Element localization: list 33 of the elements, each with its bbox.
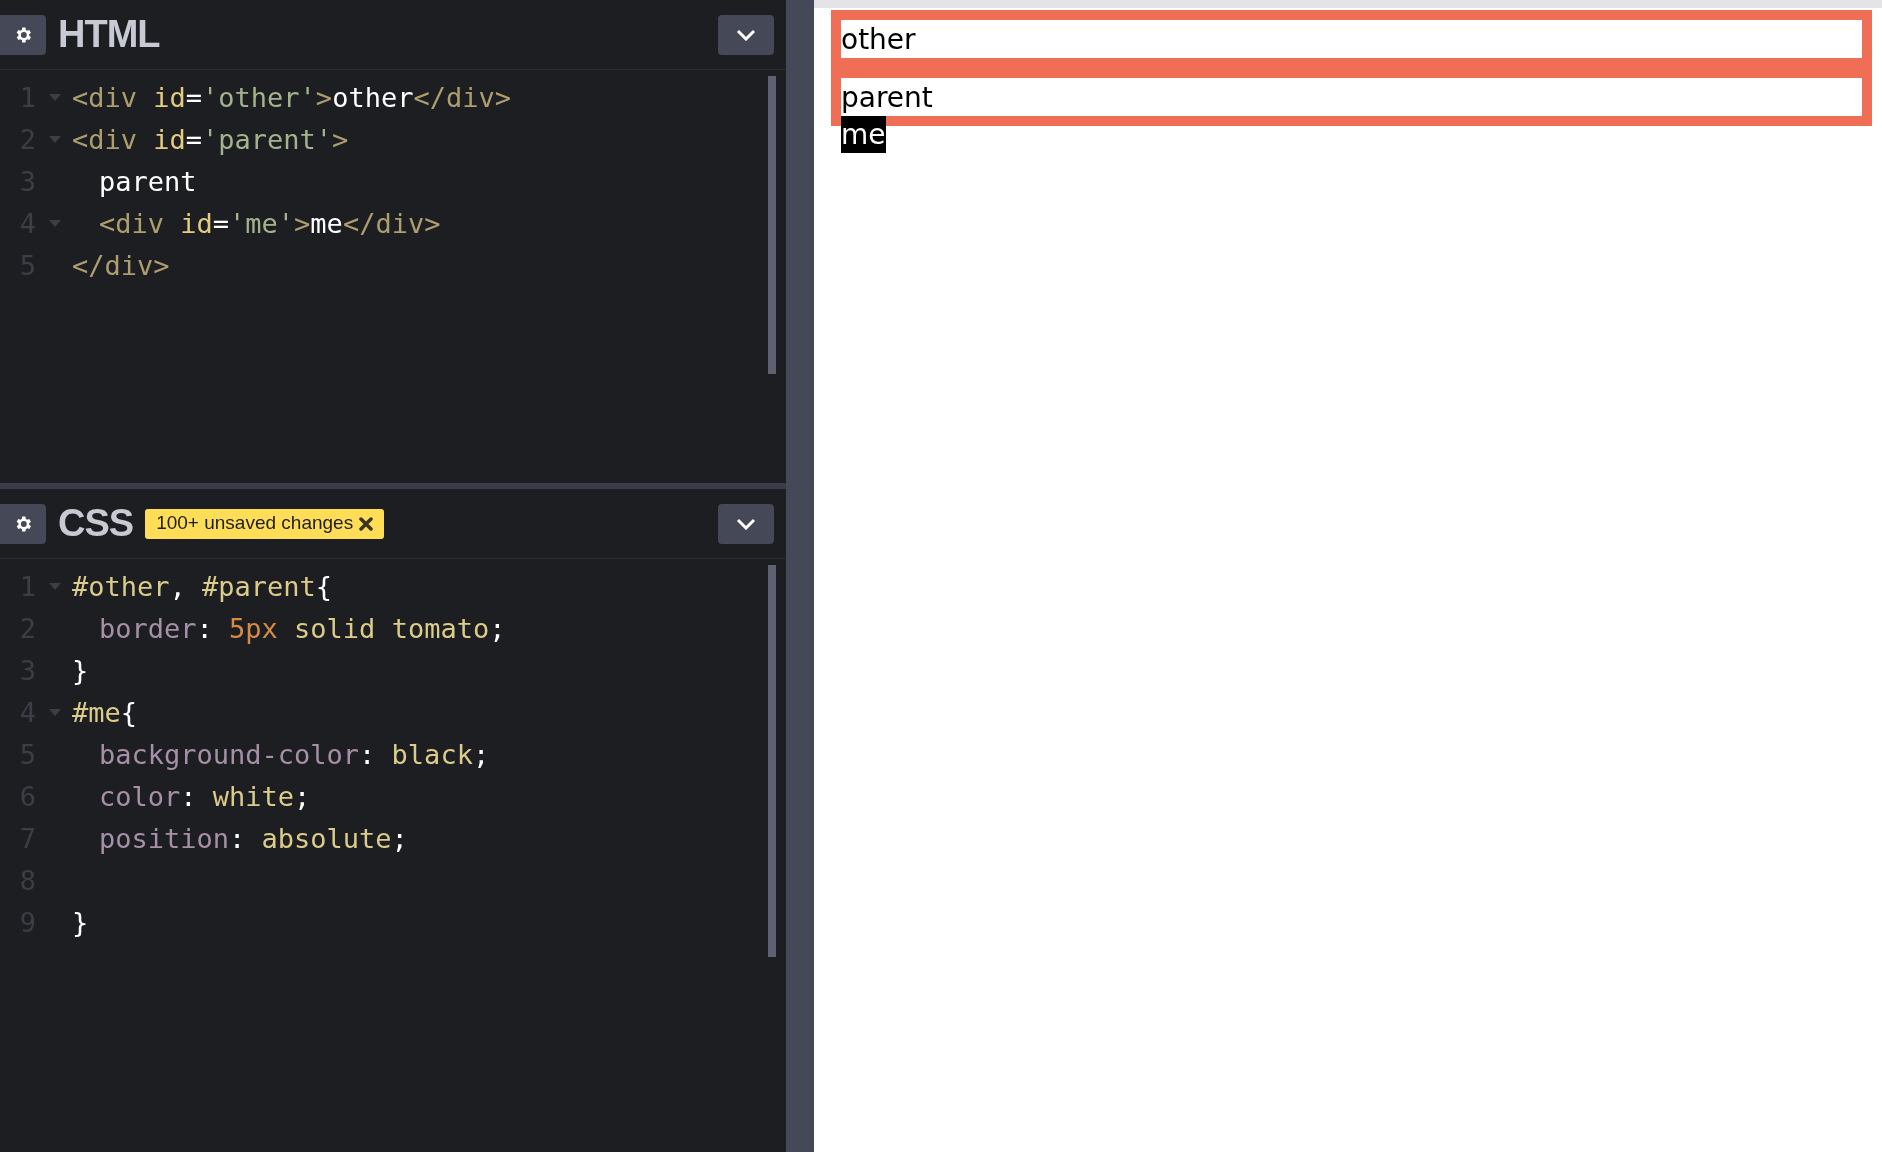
code-line: background-color: black;: [99, 737, 490, 772]
code-line: <div id='me'>me</div>: [99, 206, 441, 241]
settings-button[interactable]: [0, 14, 46, 55]
fold-caret-icon[interactable]: [49, 135, 61, 143]
collapse-button[interactable]: [718, 14, 774, 55]
editor-title: CSS: [58, 501, 134, 546]
scrollbar[interactable]: [768, 565, 776, 957]
code-line: <div id='parent'>: [72, 122, 349, 157]
code-line: #other, #parent{: [72, 569, 333, 604]
code-line: #me{: [72, 695, 138, 730]
code-line: parent: [99, 164, 197, 199]
fold-caret-icon[interactable]: [49, 93, 61, 101]
code-line: }: [72, 905, 89, 940]
code-line: position: absolute;: [99, 821, 408, 856]
unsaved-changes-badge[interactable]: 100+ unsaved changes: [145, 508, 385, 539]
editor-title: HTML: [58, 12, 160, 57]
code-line: <div id='other'>other</div>: [72, 80, 511, 115]
overlay-label: me: [841, 116, 886, 153]
chevron-down-icon: [736, 517, 756, 530]
box-text: other: [841, 23, 916, 56]
scrollbar[interactable]: [768, 76, 776, 374]
code-line: }: [72, 653, 89, 688]
settings-button[interactable]: [0, 503, 46, 544]
code-line: </div>: [72, 248, 170, 283]
box-text: parent: [841, 81, 933, 114]
fold-caret-icon[interactable]: [49, 708, 61, 716]
close-icon[interactable]: [359, 516, 374, 531]
code-line: border: 5px solid tomato;: [99, 611, 506, 646]
fold-caret-icon[interactable]: [49, 219, 61, 227]
code-line: color: white;: [99, 779, 311, 814]
fold-caret-icon[interactable]: [49, 582, 61, 590]
collapse-button[interactable]: [718, 503, 774, 544]
chevron-down-icon: [736, 28, 756, 41]
